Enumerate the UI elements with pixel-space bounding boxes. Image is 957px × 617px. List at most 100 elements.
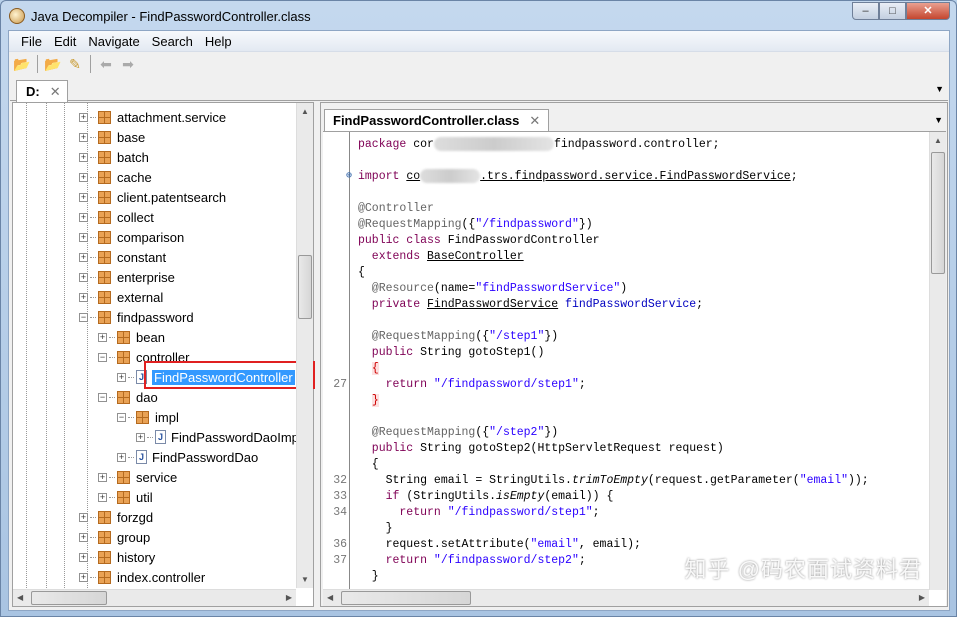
tree-item-label: index.controller (117, 569, 206, 585)
tree-vertical-scrollbar[interactable]: ▲ ▼ (296, 103, 313, 588)
minimize-button[interactable]: – (852, 2, 879, 20)
tree-item-package[interactable]: + base (79, 127, 145, 147)
menu-edit[interactable]: Edit (48, 34, 82, 49)
tree-item-package[interactable]: + index.controller (79, 567, 205, 587)
code-text: import co .trs.findpassword.service.FindP… (358, 169, 798, 185)
tree-item-package[interactable]: − findpassword (79, 307, 194, 327)
menu-help[interactable]: Help (199, 34, 238, 49)
menu-navigate[interactable]: Navigate (82, 34, 145, 49)
tree-item-label: comparison (117, 229, 185, 245)
close-button[interactable]: ✕ (906, 2, 950, 20)
collapse-icon[interactable]: − (98, 352, 107, 362)
code-token: }) (544, 426, 559, 439)
close-tab-icon[interactable]: ✕ (50, 84, 61, 99)
back-icon[interactable]: ⬅ (97, 55, 115, 73)
package-icon (98, 250, 111, 264)
file-tabstrip: D: ✕ ▼ (10, 79, 948, 102)
expand-icon[interactable]: + (117, 452, 126, 462)
tree-item-package[interactable]: + comparison (79, 227, 184, 247)
menu-file[interactable]: File (15, 34, 48, 49)
scroll-thumb[interactable] (31, 591, 107, 605)
code-text: public class FindPasswordController (358, 233, 600, 249)
tree-item-package[interactable]: + util (98, 487, 153, 507)
expand-icon[interactable]: + (98, 332, 107, 342)
tree-item-package[interactable]: + bean (98, 327, 165, 347)
tree-item-class[interactable]: + J FindPasswordDaoImpl (136, 427, 296, 447)
tree-item-package[interactable]: + history (79, 547, 155, 567)
expand-icon[interactable]: + (79, 172, 88, 182)
tree-item-package[interactable]: − impl (117, 407, 179, 427)
tab-findpasswordcontroller-class[interactable]: FindPasswordController.class ✕ (324, 109, 550, 131)
code-token: .trs.findpassword.service.FindPasswordSe… (480, 170, 791, 184)
tree-item-package[interactable]: − dao (98, 387, 158, 407)
code-horizontal-scrollbar[interactable]: ◀ ▶ (323, 589, 929, 606)
code-token: @Controller (358, 202, 434, 215)
tree-item-package[interactable]: + collect (79, 207, 154, 227)
tree-connector (90, 216, 96, 218)
tree-connector (109, 476, 115, 478)
line-number: 33 (333, 490, 347, 503)
line-number: 37 (333, 554, 347, 567)
tab-list-dropdown-icon[interactable]: ▼ (935, 84, 944, 94)
tree-item-package[interactable]: + constant (79, 247, 166, 267)
tab-list-dropdown-icon[interactable]: ▼ (934, 115, 943, 125)
scroll-thumb[interactable] (341, 591, 471, 605)
tree-item-package[interactable]: + client.patentsearch (79, 187, 226, 207)
expand-imports-icon[interactable]: ⊕ (346, 169, 352, 185)
tree-item-package[interactable]: + external (79, 287, 163, 307)
package-icon (98, 310, 111, 324)
expand-icon[interactable]: + (79, 212, 88, 222)
code-token: isEmpty (496, 490, 545, 503)
tree-item-package[interactable]: + attachment.service (79, 107, 226, 127)
tree-item-package[interactable]: + enterprise (79, 267, 175, 287)
collapse-icon[interactable]: − (79, 312, 88, 322)
tree-item-package[interactable]: + cache (79, 167, 152, 187)
expand-icon[interactable]: + (136, 432, 145, 442)
code-token: "/findpassword/step2" (433, 554, 579, 567)
expand-icon[interactable]: + (117, 372, 126, 382)
java-class-icon: J (136, 450, 147, 464)
forward-icon[interactable]: ➡ (119, 55, 137, 73)
expand-icon[interactable]: + (98, 472, 107, 482)
tree-item-package[interactable]: + batch (79, 147, 149, 167)
expand-icon[interactable]: + (79, 552, 88, 562)
maximize-button[interactable]: □ (879, 2, 906, 20)
menu-search[interactable]: Search (146, 34, 199, 49)
code-vertical-scrollbar[interactable]: ▲ (929, 132, 946, 590)
code-token: "email" (799, 474, 848, 487)
close-tab-icon[interactable]: ✕ (529, 113, 540, 128)
code-token: "/step1" (489, 330, 545, 343)
collapse-icon[interactable]: − (98, 392, 107, 402)
open-type-icon[interactable]: 📂 (44, 55, 62, 73)
tree-item-package[interactable]: + group (79, 527, 150, 547)
code-token: private (358, 298, 428, 311)
code-token: (email)) { (544, 490, 614, 503)
expand-icon[interactable]: + (79, 252, 88, 262)
expand-icon[interactable]: + (79, 512, 88, 522)
scroll-thumb[interactable] (931, 152, 945, 274)
tab-d-drive[interactable]: D: ✕ (16, 80, 68, 102)
expand-icon[interactable]: + (79, 572, 88, 582)
expand-icon[interactable]: + (79, 272, 88, 282)
tree-item-package[interactable]: + forzgd (79, 507, 153, 527)
tree-horizontal-scrollbar[interactable]: ◀ ▶ (13, 589, 296, 606)
collapse-icon[interactable]: − (117, 412, 126, 422)
highlight-box (144, 361, 315, 389)
expand-icon[interactable]: + (79, 292, 88, 302)
expand-icon[interactable]: + (79, 232, 88, 242)
source-code-view[interactable]: ▲ ◀ ▶ 知乎 @码农面试资料君 package cor findpasswor… (323, 131, 946, 606)
expand-icon[interactable]: + (98, 492, 107, 502)
expand-icon[interactable]: + (79, 132, 88, 142)
code-line: private FindPasswordService findPassword… (323, 297, 913, 313)
scroll-thumb[interactable] (298, 255, 312, 319)
search-icon[interactable]: ✎ (66, 55, 84, 73)
tree-item-class[interactable]: + J FindPasswordDao (117, 447, 258, 467)
open-file-icon[interactable]: 📂 (13, 55, 31, 73)
tree-item-package[interactable]: + service (98, 467, 177, 487)
expand-icon[interactable]: + (79, 532, 88, 542)
expand-icon[interactable]: + (79, 152, 88, 162)
expand-icon[interactable]: + (79, 192, 88, 202)
code-token: "/findpassword" (475, 218, 579, 231)
code-text: } (358, 569, 379, 585)
expand-icon[interactable]: + (79, 112, 88, 122)
